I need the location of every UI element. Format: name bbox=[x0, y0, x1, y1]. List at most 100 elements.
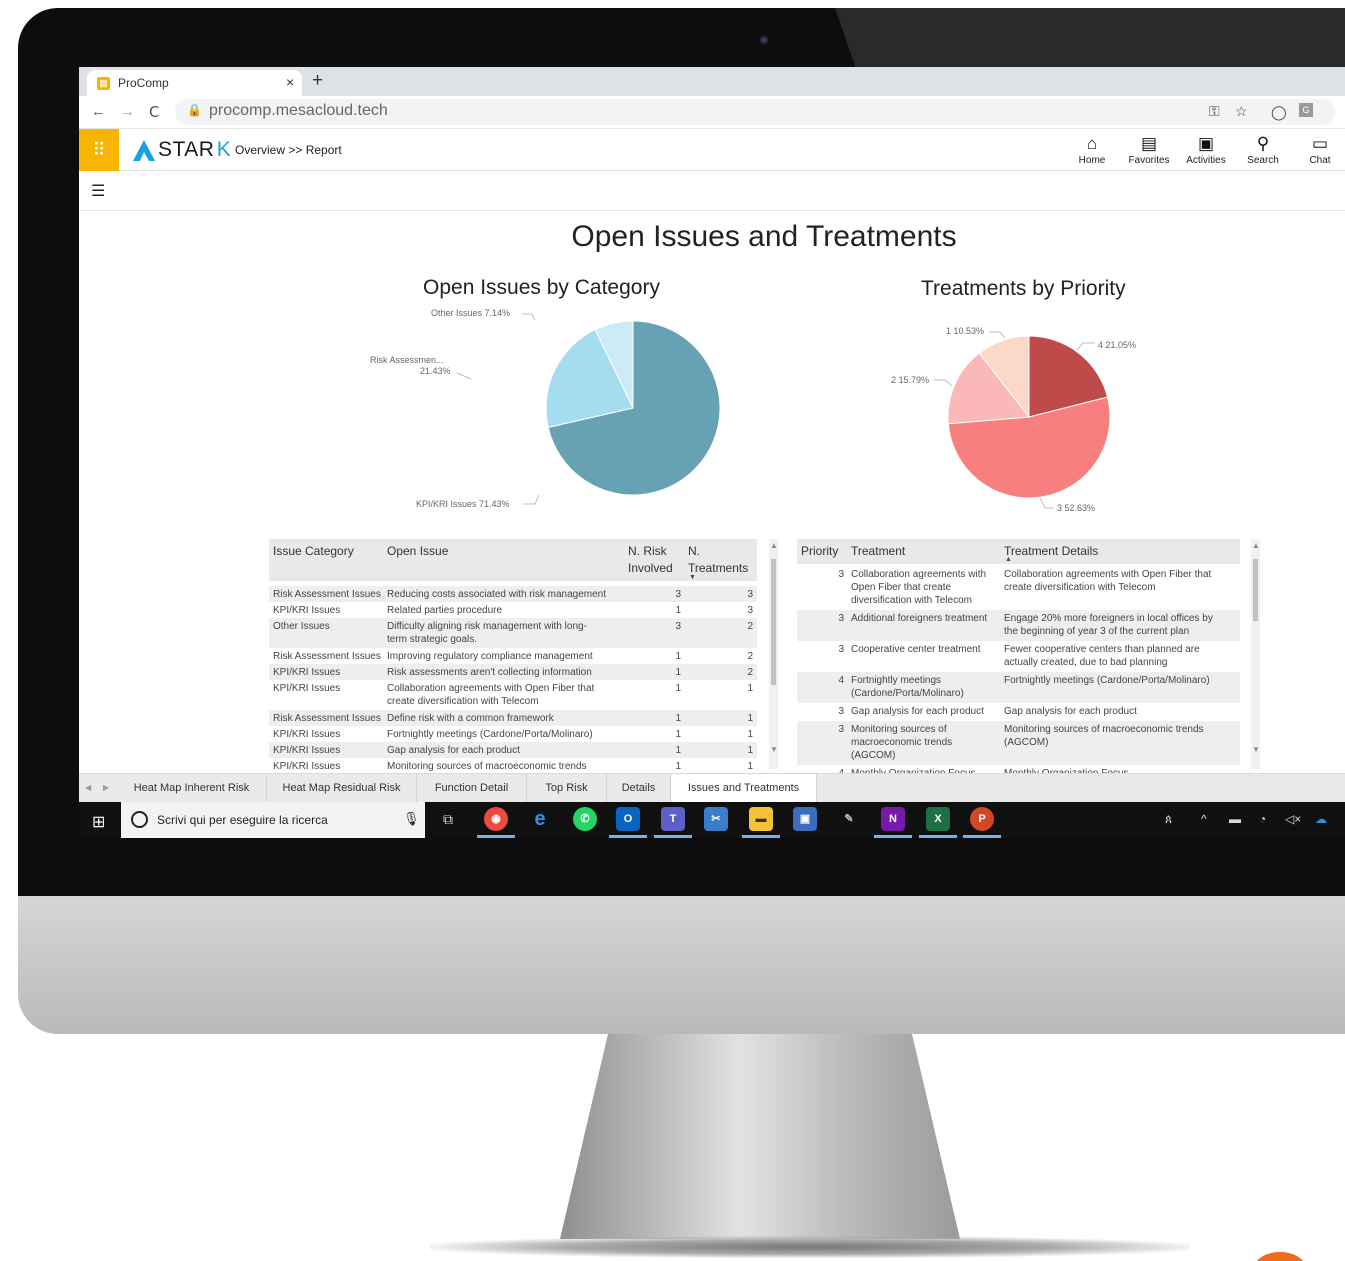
col-issue-category[interactable]: Issue Category bbox=[273, 543, 354, 560]
remote-desktop-icon[interactable]: ▣ bbox=[793, 807, 817, 831]
tabs-prev-icon[interactable]: ◀ bbox=[85, 783, 91, 792]
page-tab-heat-map-residual-risk[interactable]: Heat Map Residual Risk bbox=[267, 774, 417, 802]
issue-category-cell: KPI/KRI Issues bbox=[273, 605, 341, 616]
col-open-issue[interactable]: Open Issue bbox=[387, 543, 448, 560]
forward-button[interactable]: → bbox=[120, 103, 135, 120]
task-view-icon[interactable]: ⧉ bbox=[443, 811, 453, 828]
battery-icon[interactable]: ▬ bbox=[1229, 812, 1241, 826]
table-row[interactable]: Risk Assessment Issues Improving regulato… bbox=[269, 648, 757, 664]
people-icon[interactable]: ጰ bbox=[1165, 812, 1172, 827]
pie2-slices bbox=[947, 335, 1111, 499]
teams-icon[interactable]: T bbox=[661, 807, 685, 831]
taskbar-search[interactable]: Scrivi qui per eseguire la ricerca 🎙 bbox=[121, 802, 425, 838]
url-field[interactable]: 🔒 procomp.mesacloud.tech ⚿ ☆ bbox=[175, 99, 1335, 125]
table-row[interactable]: 3 Cooperative center treatment Fewer coope… bbox=[797, 641, 1240, 672]
scroll-up-icon[interactable]: ▲ bbox=[1252, 541, 1260, 550]
monitor-stand bbox=[560, 1034, 960, 1239]
table-row[interactable]: Risk Assessment Issues Define risk with a… bbox=[269, 710, 757, 726]
open-issue-cell: Monitoring sources of macroeconomic tren… bbox=[387, 761, 587, 772]
col-priority[interactable]: Priority bbox=[801, 543, 838, 560]
file-explorer-icon[interactable]: ▬ bbox=[749, 807, 773, 831]
table-row[interactable]: KPI/KRI Issues Collaboration agreements w… bbox=[269, 680, 757, 710]
home-icon: ⌂ bbox=[1086, 134, 1098, 153]
n-treatments-cell: 2 bbox=[747, 667, 753, 678]
table-row[interactable]: 4Monthly Organization FocusMonthly Organ… bbox=[797, 765, 1240, 773]
col-treatment[interactable]: Treatment bbox=[851, 543, 905, 560]
microphone-icon[interactable]: 🎙 bbox=[403, 811, 420, 827]
whatsapp-icon[interactable]: ✆ bbox=[573, 807, 597, 831]
page-tab-details[interactable]: Details bbox=[607, 774, 671, 802]
windows-start-icon[interactable]: ⊞ bbox=[92, 812, 105, 832]
priority-cell: 4 bbox=[838, 675, 844, 686]
treatments-scrollbar[interactable]: ▲ ▼ bbox=[1251, 539, 1260, 769]
table-row[interactable]: KPI/KRI Issues Gap analysis for each prod… bbox=[269, 742, 757, 758]
treatments-scroll-thumb[interactable] bbox=[1253, 559, 1258, 621]
onenote-icon[interactable]: N bbox=[881, 807, 905, 831]
issues-scrollbar[interactable]: ▲ ▼ bbox=[769, 539, 778, 769]
issue-category-cell: KPI/KRI Issues bbox=[273, 729, 341, 740]
leader-line bbox=[522, 313, 536, 321]
scroll-down-icon[interactable]: ▼ bbox=[770, 745, 778, 754]
monitor-chin bbox=[18, 896, 1345, 1034]
tabs-next-icon[interactable]: ▶ bbox=[103, 783, 109, 792]
nav-chat[interactable]: ▭ Chat bbox=[1292, 133, 1345, 166]
page-tab-top-risk[interactable]: Top Risk bbox=[527, 774, 607, 802]
menu-list-icon[interactable]: ☰ bbox=[91, 181, 105, 201]
paint-icon[interactable]: ✎ bbox=[837, 807, 861, 831]
powerpoint-icon[interactable]: P bbox=[970, 807, 994, 831]
tab-close-icon[interactable]: × bbox=[286, 74, 294, 90]
col-n-risk[interactable]: N. Risk Involved bbox=[628, 543, 673, 577]
issues-scroll-thumb[interactable] bbox=[771, 559, 776, 685]
table-row[interactable]: 4 Fortnightly meetings (Cardone/Porta/Moli… bbox=[797, 672, 1240, 703]
extension-g-icon[interactable]: G bbox=[1299, 103, 1313, 117]
chat-icon: ▭ bbox=[1311, 134, 1329, 153]
scroll-down-icon[interactable]: ▼ bbox=[1252, 745, 1260, 754]
extension-icon[interactable]: ◯ bbox=[1271, 104, 1287, 121]
nav-home[interactable]: ⌂ Home bbox=[1064, 133, 1120, 166]
col-treatment-details[interactable]: Treatment Details bbox=[1004, 543, 1098, 560]
table-row[interactable]: 3 Gap analysis for each product Gap analys… bbox=[797, 703, 1240, 721]
table-row[interactable]: Risk Assessment Issues Reducing costs ass… bbox=[269, 586, 757, 602]
app-launcher-icon[interactable]: ⠿ bbox=[79, 129, 119, 171]
priority-cell: 3 bbox=[838, 706, 844, 717]
screen: ▦ ProComp × + ← → C 🔒 procomp.mesacloud.… bbox=[79, 67, 1345, 838]
sort-asc-icon: ▲ bbox=[1005, 556, 1012, 563]
onedrive-icon[interactable]: ☁ bbox=[1315, 812, 1327, 826]
pie1-label-risk-pct: 21.43% bbox=[420, 366, 451, 376]
table-row[interactable]: KPI/KRI Issues Monitoring sources of macr… bbox=[269, 758, 757, 774]
new-tab-button[interactable]: + bbox=[312, 70, 323, 92]
table-row[interactable]: Other Issues Difficulty aligning risk man… bbox=[269, 618, 757, 648]
nav-activities[interactable]: ▣ Activities bbox=[1178, 133, 1234, 166]
table-row[interactable]: 3 Collaboration agreements with Open Fiber… bbox=[797, 566, 1240, 610]
scroll-up-icon[interactable]: ▲ bbox=[770, 541, 778, 550]
table-row[interactable]: 3 Monitoring sources of macroeconomic tren… bbox=[797, 721, 1240, 765]
tray-overflow-icon[interactable]: ^ bbox=[1201, 812, 1207, 826]
issues-table: Issue Category Open Issue N. Risk Involve… bbox=[269, 539, 779, 773]
page-tab-function-detail[interactable]: Function Detail bbox=[417, 774, 527, 802]
table-row[interactable]: KPI/KRI Issues Related parties procedure 1… bbox=[269, 602, 757, 618]
priority-cell: 3 bbox=[838, 644, 844, 655]
browser-tab[interactable]: ▦ ProComp × bbox=[87, 70, 302, 96]
table-row[interactable]: KPI/KRI Issues Fortnightly meetings (Card… bbox=[269, 726, 757, 742]
table-row[interactable]: 3 Additional foreigners treatment Engage 2… bbox=[797, 610, 1240, 641]
outlook-icon[interactable]: O bbox=[616, 807, 640, 831]
bezel-reflection bbox=[835, 8, 1345, 68]
edge-icon[interactable]: e bbox=[528, 807, 552, 831]
reload-button[interactable]: C bbox=[149, 103, 159, 121]
bookmark-star-icon[interactable]: ☆ bbox=[1235, 103, 1248, 120]
n-treatments-cell: 2 bbox=[747, 651, 753, 662]
excel-icon[interactable]: X bbox=[926, 807, 950, 831]
nav-favorites[interactable]: ▤ Favorites bbox=[1121, 133, 1177, 166]
chrome-icon[interactable]: ◉ bbox=[484, 807, 508, 831]
key-icon[interactable]: ⚿ bbox=[1209, 103, 1220, 120]
table-row[interactable]: KPI/KRI Issues Risk assessments aren't co… bbox=[269, 664, 757, 680]
col-n-treatments[interactable]: N. Treatments bbox=[688, 543, 748, 577]
back-button[interactable]: ← bbox=[91, 103, 106, 120]
priority-cell: 3 bbox=[838, 724, 844, 735]
nav-search[interactable]: ⚲ Search bbox=[1235, 133, 1291, 166]
page-tab-issues-and-treatments[interactable]: Issues and Treatments bbox=[671, 774, 817, 802]
wifi-icon[interactable]: ◔ bbox=[1259, 812, 1266, 826]
volume-muted-icon[interactable]: ◁× bbox=[1285, 812, 1301, 826]
page-tab-heat-map-inherent-risk[interactable]: Heat Map Inherent Risk bbox=[117, 774, 267, 802]
snipping-tool-icon[interactable]: ✂ bbox=[704, 807, 728, 831]
